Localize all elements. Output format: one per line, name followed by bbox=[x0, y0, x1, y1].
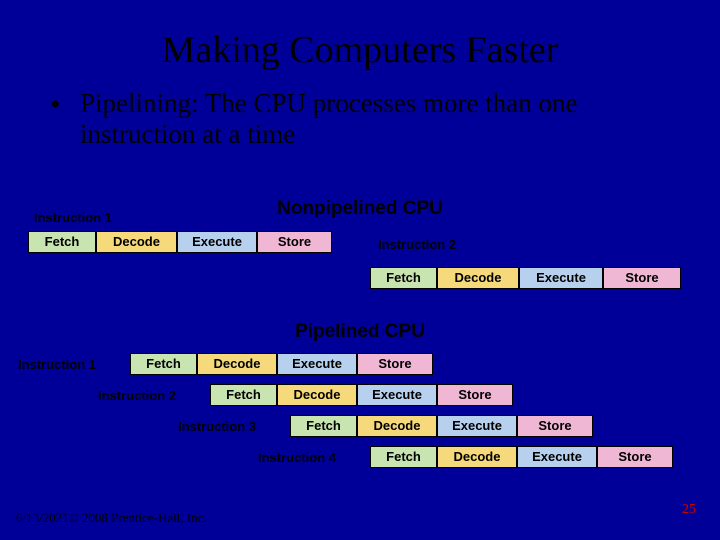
stage-fetch: Fetch bbox=[130, 353, 197, 375]
label-instruction-3-pipe: Instruction 3 bbox=[178, 419, 256, 434]
stage-fetch: Fetch bbox=[28, 231, 96, 253]
stage-decode: Decode bbox=[197, 353, 277, 375]
stage-store: Store bbox=[357, 353, 433, 375]
label-instruction-2-nonpipe: Instruction 2 bbox=[378, 237, 456, 252]
stage-fetch: Fetch bbox=[210, 384, 277, 406]
label-instruction-4-pipe: Instruction 4 bbox=[258, 450, 336, 465]
slide-number: 25 bbox=[682, 502, 696, 518]
stage-execute: Execute bbox=[277, 353, 357, 375]
slide-title: Making Computers Faster bbox=[0, 0, 720, 72]
label-instruction-1-pipe: Instruction 1 bbox=[18, 357, 96, 372]
stage-decode: Decode bbox=[437, 446, 517, 468]
pipelined-instruction-1-row: Fetch Decode Execute Store bbox=[130, 353, 433, 375]
stage-decode: Decode bbox=[96, 231, 177, 253]
stage-fetch: Fetch bbox=[290, 415, 357, 437]
pipelined-instruction-3-row: Fetch Decode Execute Store bbox=[290, 415, 593, 437]
stage-decode: Decode bbox=[357, 415, 437, 437]
pipelined-instruction-4-row: Fetch Decode Execute Store bbox=[370, 446, 673, 468]
stage-store: Store bbox=[517, 415, 593, 437]
nonpipelined-instruction-1-row: Fetch Decode Execute Store bbox=[28, 231, 332, 253]
stage-execute: Execute bbox=[177, 231, 257, 253]
stage-execute: Execute bbox=[357, 384, 437, 406]
stage-decode: Decode bbox=[277, 384, 357, 406]
stage-decode: Decode bbox=[437, 267, 519, 289]
stage-fetch: Fetch bbox=[370, 446, 437, 468]
stage-fetch: Fetch bbox=[370, 267, 437, 289]
stage-store: Store bbox=[437, 384, 513, 406]
stage-store: Store bbox=[257, 231, 332, 253]
bullet-text: Pipelining: The CPU processes more than … bbox=[0, 72, 720, 150]
pipelined-instruction-2-row: Fetch Decode Execute Store bbox=[210, 384, 513, 406]
stage-execute: Execute bbox=[437, 415, 517, 437]
label-instruction-1-nonpipe: Instruction 1 bbox=[34, 210, 112, 225]
stage-execute: Execute bbox=[517, 446, 597, 468]
footer-text: 6/13/2021© 2008 Prentice-Hall, Inc. bbox=[16, 510, 207, 526]
stage-execute: Execute bbox=[519, 267, 603, 289]
stage-store: Store bbox=[597, 446, 673, 468]
nonpipelined-instruction-2-row: Fetch Decode Execute Store bbox=[370, 267, 681, 289]
label-instruction-2-pipe: Instruction 2 bbox=[98, 388, 176, 403]
pipelined-heading: Pipelined CPU bbox=[0, 321, 720, 343]
stage-store: Store bbox=[603, 267, 681, 289]
